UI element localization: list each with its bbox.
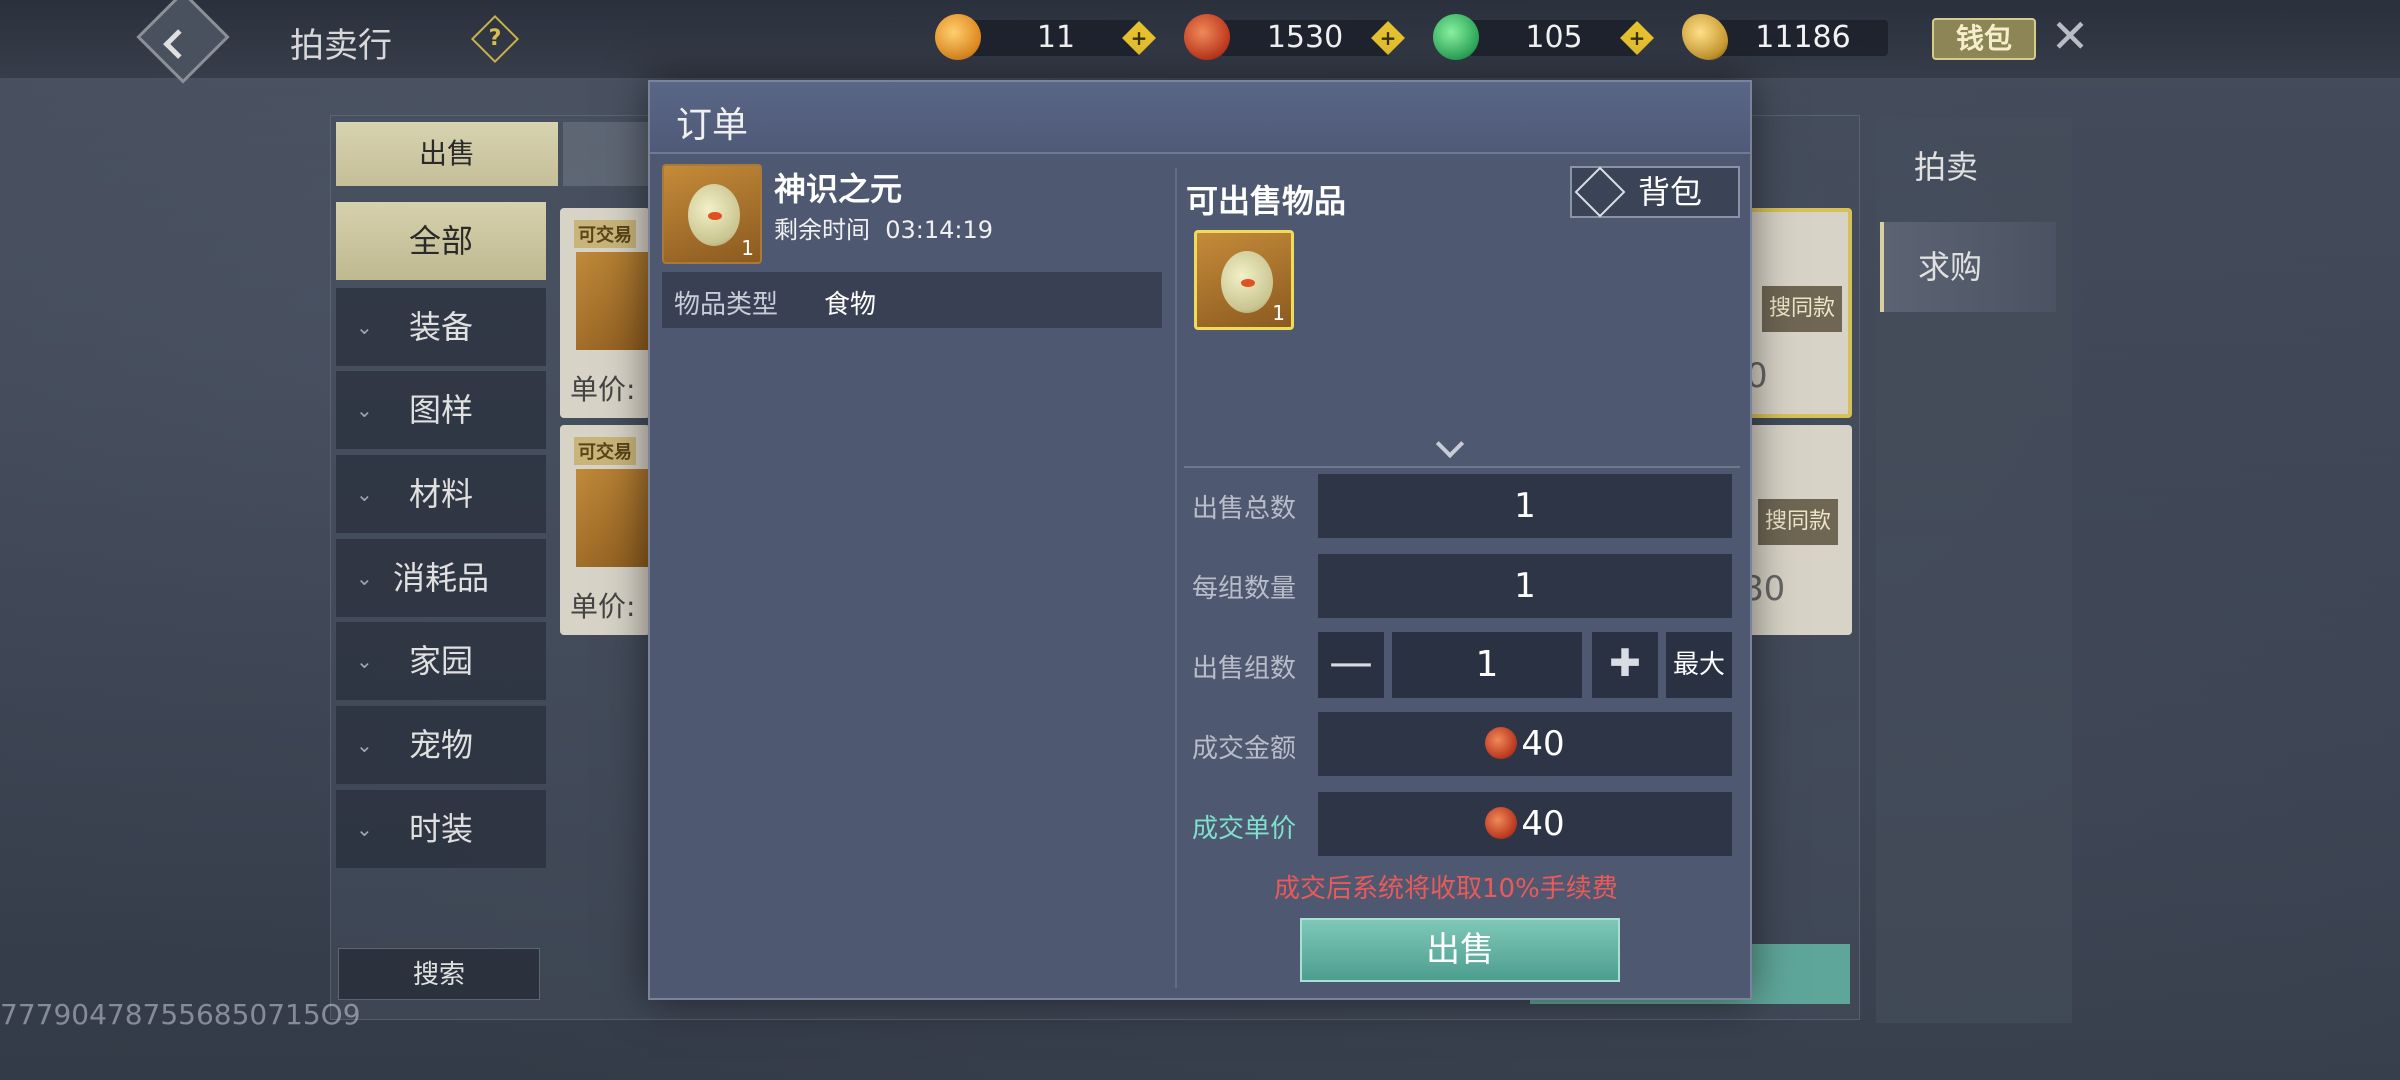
total-count-label: 出售总数 <box>1192 494 1297 524</box>
chevron-down-icon[interactable] <box>1435 429 1465 459</box>
close-icon[interactable]: ✕ <box>2046 12 2094 60</box>
separator <box>1184 466 1740 468</box>
category-home[interactable]: ⌄ 家园 <box>336 622 546 700</box>
currency-value: 1530 <box>1220 20 1390 56</box>
wallet-button[interactable]: 钱包 <box>1932 18 2036 60</box>
remaining-time: 剩余时间 03:14:19 <box>774 216 994 244</box>
plus-button[interactable]: ✚ <box>1592 632 1658 698</box>
listing-card[interactable]: 可交易 单价: <box>560 425 650 635</box>
listing-card[interactable]: 搜同款 80 <box>1740 425 1852 635</box>
tab-auction[interactable]: 拍卖 <box>1880 122 2056 212</box>
tab-purchase-request[interactable]: 求购 <box>1880 222 2056 312</box>
amount-label: 成交金额 <box>1192 734 1297 764</box>
item-icon: 1 <box>662 164 762 264</box>
search-button[interactable]: 搜索 <box>338 948 540 1000</box>
max-button[interactable]: 最大 <box>1666 632 1732 698</box>
per-group-field[interactable]: 1 <box>1318 554 1732 618</box>
listing-card[interactable]: 搜同款 0 <box>1740 208 1852 418</box>
swap-icon <box>1574 166 1626 218</box>
item-name: 神识之元 <box>774 170 903 208</box>
bag-button[interactable]: 背包 <box>1570 166 1740 218</box>
category-patterns[interactable]: ⌄ 图样 <box>336 371 546 449</box>
chevron-down-icon: ⌄ <box>356 817 373 841</box>
top-bar: 拍卖行 ? 11 + 1530 + 105 + 11186 钱包 ✕ <box>0 0 2400 84</box>
tradable-badge: 可交易 <box>574 437 636 465</box>
total-count-field[interactable]: 1 <box>1318 474 1732 538</box>
chevron-down-icon: ⌄ <box>356 566 373 590</box>
order-dialog: 订单 1 神识之元 剩余时间 03:14:19 物品类型 食物 可出售物品 背包… <box>648 80 1752 1000</box>
group-count-label: 出售组数 <box>1192 654 1297 684</box>
unit-price-label: 单价: <box>570 590 636 623</box>
chevron-down-icon: ⌄ <box>356 398 373 422</box>
red-coin-icon <box>1485 806 1518 839</box>
tradable-badge: 可交易 <box>574 220 636 248</box>
currency-value: 11 <box>971 20 1141 56</box>
sellable-item-slot[interactable]: 1 <box>1194 230 1294 330</box>
dialog-header: 订单 <box>650 82 1750 154</box>
unit-price-field[interactable]: 40 <box>1318 792 1732 856</box>
chevron-down-icon: ⌄ <box>356 649 373 673</box>
per-group-label: 每组数量 <box>1192 574 1297 604</box>
add-green-jade-button[interactable]: + <box>1620 21 1654 55</box>
listing-card[interactable]: 可交易 单价: <box>560 208 650 418</box>
category-equipment[interactable]: ⌄ 装备 <box>336 288 546 366</box>
dialog-title: 订单 <box>676 105 749 146</box>
help-icon[interactable]: ? <box>470 14 520 64</box>
category-fashion[interactable]: ⌄ 时装 <box>336 790 546 868</box>
green-jade-icon <box>1433 14 1479 60</box>
debug-id-text: 777904787556850715O9 <box>0 998 361 1031</box>
sellable-items-title: 可出售物品 <box>1186 182 1347 220</box>
category-materials[interactable]: ⌄ 材料 <box>336 455 546 533</box>
search-same-button[interactable]: 搜同款 <box>1762 286 1842 332</box>
group-count-stepper[interactable]: 1 <box>1392 632 1582 698</box>
dialog-divider <box>1175 168 1177 988</box>
red-coin-icon <box>1184 14 1230 60</box>
item-type-row: 物品类型 食物 <box>662 272 1162 328</box>
red-coin-icon <box>1485 726 1518 759</box>
category-pets[interactable]: ⌄ 宠物 <box>336 706 546 784</box>
add-red-coin-button[interactable]: + <box>1371 21 1405 55</box>
search-same-button[interactable]: 搜同款 <box>1758 499 1838 545</box>
page-title: 拍卖行 <box>290 26 392 66</box>
category-all[interactable]: 全部 <box>336 202 546 280</box>
unit-price-label: 成交单价 <box>1192 814 1297 844</box>
chevron-down-icon: ⌄ <box>356 482 373 506</box>
amount-field: 40 <box>1318 712 1732 776</box>
orange-token-icon <box>935 14 981 60</box>
currency-value: 11186 <box>1718 20 1888 56</box>
tab-buy[interactable] <box>563 122 653 186</box>
minus-button[interactable]: — <box>1318 632 1384 698</box>
item-thumbnail <box>576 469 650 567</box>
chevron-down-icon: ⌄ <box>356 733 373 757</box>
item-thumbnail <box>576 252 650 350</box>
tab-sell[interactable]: 出售 <box>336 122 558 186</box>
currency-value: 105 <box>1469 20 1639 56</box>
sell-button[interactable]: 出售 <box>1300 918 1620 982</box>
back-button[interactable] <box>136 0 230 84</box>
add-orange-token-button[interactable]: + <box>1122 21 1156 55</box>
fee-note: 成交后系统将收取10%手续费 <box>1274 874 1618 904</box>
unit-price-label: 单价: <box>570 373 636 406</box>
chevron-down-icon: ⌄ <box>356 315 373 339</box>
category-consumables[interactable]: ⌄ 消耗品 <box>336 539 546 617</box>
